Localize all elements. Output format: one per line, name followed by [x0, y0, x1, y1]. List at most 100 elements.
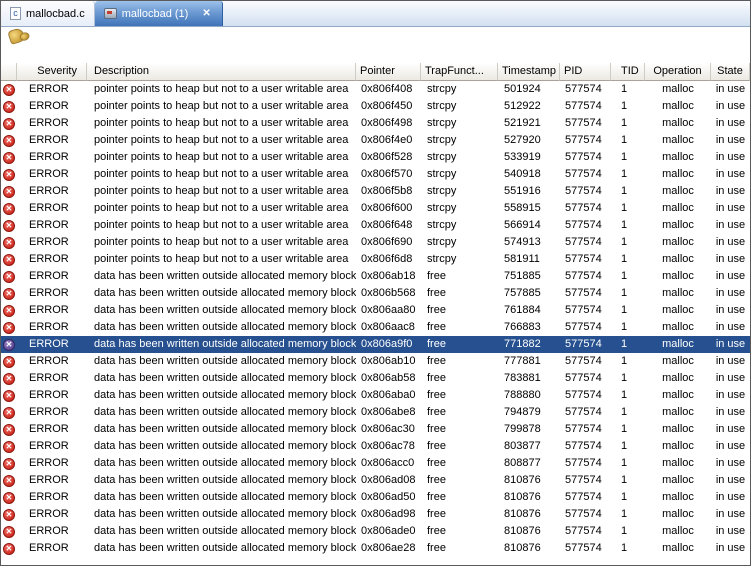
table-row[interactable]: ✕ ERROR data has been written outside al… [1, 489, 750, 506]
table-row[interactable]: ✕ ERROR data has been written outside al… [1, 506, 750, 523]
trapfunction-cell: free [421, 455, 498, 472]
timestamp-cell: 761884 [498, 302, 560, 319]
column-header-trapfunction[interactable]: TrapFunct... [421, 63, 498, 81]
error-icon: ✕ [3, 101, 15, 113]
state-cell: in use [711, 132, 750, 149]
table-row[interactable]: ✕ ERROR data has been written outside al… [1, 302, 750, 319]
tid-cell: 1 [611, 319, 645, 336]
severity-cell: ERROR [17, 81, 87, 98]
state-cell: in use [711, 353, 750, 370]
tid-cell: 1 [611, 455, 645, 472]
table-row[interactable]: ✕ ERROR data has been written outside al… [1, 472, 750, 489]
description-cell: pointer points to heap but not to a user… [87, 166, 356, 183]
tab-mallocbad-1[interactable]: mallocbad (1) ✕ [95, 1, 223, 26]
operation-cell: malloc [645, 81, 711, 98]
pointer-cell: 0x806aba0 [356, 387, 421, 404]
pointer-cell: 0x806a9f0 [356, 336, 421, 353]
column-header-severity[interactable]: Severity [17, 63, 87, 81]
description-cell: data has been written outside allocated … [87, 540, 356, 557]
error-icon: ✕ [3, 237, 15, 249]
operation-cell: malloc [645, 132, 711, 149]
table-row[interactable]: ✕ ERROR data has been written outside al… [1, 455, 750, 472]
severity-icon-cell: ✕ [1, 540, 17, 557]
trapfunction-cell: free [421, 438, 498, 455]
table-row[interactable]: ✕ ERROR pointer points to heap but not t… [1, 200, 750, 217]
table-row[interactable]: ✕ ERROR data has been written outside al… [1, 404, 750, 421]
column-header-timestamp[interactable]: Timestamp [498, 63, 560, 81]
operation-cell: malloc [645, 285, 711, 302]
timestamp-cell: 581911 [498, 251, 560, 268]
pointer-cell: 0x806f600 [356, 200, 421, 217]
column-header-description[interactable]: Description [87, 63, 356, 81]
error-icon: ✕ [3, 118, 15, 130]
table-row[interactable]: ✕ ERROR pointer points to heap but not t… [1, 149, 750, 166]
table-row[interactable]: ✕ ERROR pointer points to heap but not t… [1, 115, 750, 132]
timestamp-cell: 527920 [498, 132, 560, 149]
column-header-pid[interactable]: PID [560, 63, 611, 81]
close-icon[interactable]: ✕ [200, 8, 212, 20]
table-row[interactable]: ✕ ERROR data has been written outside al… [1, 336, 750, 353]
table-row[interactable]: ✕ ERROR data has been written outside al… [1, 285, 750, 302]
tab-mallocbad-c[interactable]: c mallocbad.c [1, 1, 95, 26]
error-icon: ✕ [3, 84, 15, 96]
table-row[interactable]: ✕ ERROR data has been written outside al… [1, 370, 750, 387]
table-row[interactable]: ✕ ERROR pointer points to heap but not t… [1, 234, 750, 251]
operation-cell: malloc [645, 387, 711, 404]
pointer-cell: 0x806f648 [356, 217, 421, 234]
error-icon: ✕ [3, 407, 15, 419]
trapfunction-cell: free [421, 268, 498, 285]
pid-cell: 577574 [560, 438, 611, 455]
pid-cell: 577574 [560, 387, 611, 404]
table-row[interactable]: ✕ ERROR data has been written outside al… [1, 319, 750, 336]
operation-cell: malloc [645, 183, 711, 200]
pointer-cell: 0x806abe8 [356, 404, 421, 421]
pointer-cell: 0x806f690 [356, 234, 421, 251]
severity-icon-cell: ✕ [1, 285, 17, 302]
operation-cell: malloc [645, 540, 711, 557]
state-cell: in use [711, 200, 750, 217]
table-row[interactable]: ✕ ERROR data has been written outside al… [1, 438, 750, 455]
trapfunction-cell: strcpy [421, 149, 498, 166]
column-header-state[interactable]: State [711, 63, 750, 81]
pointer-cell: 0x806f450 [356, 98, 421, 115]
table-row[interactable]: ✕ ERROR data has been written outside al… [1, 268, 750, 285]
table-row[interactable]: ✕ ERROR pointer points to heap but not t… [1, 81, 750, 98]
table-row[interactable]: ✕ ERROR data has been written outside al… [1, 523, 750, 540]
table-row[interactable]: ✕ ERROR data has been written outside al… [1, 353, 750, 370]
table-row[interactable]: ✕ ERROR pointer points to heap but not t… [1, 251, 750, 268]
table-row[interactable]: ✕ ERROR data has been written outside al… [1, 387, 750, 404]
description-cell: pointer points to heap but not to a user… [87, 132, 356, 149]
table-row[interactable]: ✕ ERROR data has been written outside al… [1, 540, 750, 557]
operation-cell: malloc [645, 234, 711, 251]
timestamp-cell: 551916 [498, 183, 560, 200]
tid-cell: 1 [611, 217, 645, 234]
error-icon: ✕ [3, 543, 15, 555]
session-decorator-icon [7, 27, 26, 45]
pointer-cell: 0x806f570 [356, 166, 421, 183]
severity-cell: ERROR [17, 472, 87, 489]
column-header-pointer[interactable]: Pointer [356, 63, 421, 81]
state-cell: in use [711, 81, 750, 98]
column-header-operation[interactable]: Operation [645, 63, 711, 81]
severity-cell: ERROR [17, 455, 87, 472]
table-row[interactable]: ✕ ERROR pointer points to heap but not t… [1, 132, 750, 149]
table-row[interactable]: ✕ ERROR pointer points to heap but not t… [1, 217, 750, 234]
severity-icon-cell: ✕ [1, 336, 17, 353]
timestamp-cell: 558915 [498, 200, 560, 217]
severity-cell: ERROR [17, 540, 87, 557]
description-cell: data has been written outside allocated … [87, 302, 356, 319]
severity-icon-cell: ✕ [1, 353, 17, 370]
table-row[interactable]: ✕ ERROR pointer points to heap but not t… [1, 183, 750, 200]
table-row[interactable]: ✕ ERROR data has been written outside al… [1, 421, 750, 438]
table-row[interactable]: ✕ ERROR pointer points to heap but not t… [1, 166, 750, 183]
column-header-icon[interactable] [1, 63, 17, 81]
tab-bar: c mallocbad.c mallocbad (1) ✕ [1, 1, 750, 27]
column-header-tid[interactable]: TID [611, 63, 645, 81]
tid-cell: 1 [611, 438, 645, 455]
severity-icon-cell: ✕ [1, 523, 17, 540]
timestamp-cell: 808877 [498, 455, 560, 472]
pid-cell: 577574 [560, 149, 611, 166]
table-row[interactable]: ✕ ERROR pointer points to heap but not t… [1, 98, 750, 115]
error-icon: ✕ [3, 492, 15, 504]
pid-cell: 577574 [560, 319, 611, 336]
